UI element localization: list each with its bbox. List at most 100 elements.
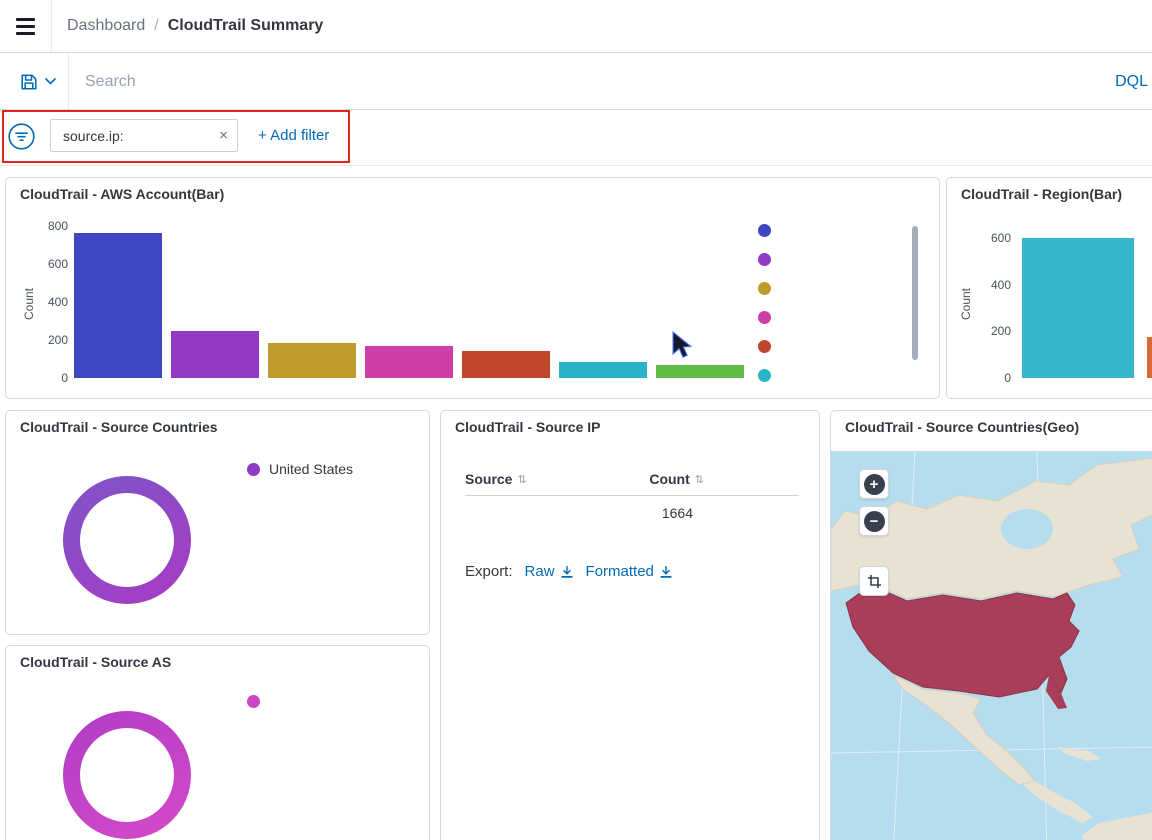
y-axis-tick-label: 600	[47, 257, 68, 271]
panel-title: CloudTrail - Source Countries(Geo)	[845, 419, 1080, 435]
panel-region-bar: CloudTrail - Region(Bar) Count 0 200 400 60…	[946, 177, 1152, 399]
zoom-out-icon: −	[863, 510, 885, 532]
y-axis: 0 200 400 600	[947, 226, 1011, 385]
filter-pill-source-ip[interactable]: source.ip: ×	[50, 119, 238, 152]
saved-query-menu-button[interactable]	[0, 54, 69, 109]
save-icon	[21, 73, 37, 90]
bars	[1022, 218, 1152, 378]
box-select-button[interactable]	[859, 566, 889, 596]
legend-dot[interactable]	[758, 311, 771, 324]
donut-hole	[80, 493, 174, 587]
zoom-in-icon: +	[863, 473, 885, 495]
legend-item-united-states[interactable]: United States	[247, 461, 353, 477]
column-header-label: Source	[465, 471, 513, 487]
legend-dot	[247, 462, 260, 476]
search-input[interactable]	[69, 54, 1116, 109]
panel-aws-account-bar: CloudTrail - AWS Account(Bar) Count 0 200…	[5, 177, 940, 399]
breadcrumb-dashboard[interactable]: Dashboard	[67, 17, 145, 35]
bar[interactable]	[656, 364, 744, 378]
query-language-button[interactable]: DQL	[1115, 73, 1152, 91]
bars	[74, 218, 744, 378]
column-header-count[interactable]: Count ⇅	[649, 471, 704, 487]
map-controls: + −	[859, 469, 889, 596]
top-header: Dashboard / CloudTrail Summary	[0, 0, 1152, 53]
zoom-in-button[interactable]: +	[859, 469, 889, 499]
export-raw-label: Raw	[524, 563, 555, 580]
breadcrumb: Dashboard / CloudTrail Summary	[67, 17, 323, 35]
legend-dot[interactable]	[758, 340, 771, 353]
filter-options-button[interactable]	[8, 123, 35, 155]
y-axis-tick-label: 0	[1004, 371, 1011, 385]
download-icon	[561, 565, 573, 578]
column-header-source[interactable]: Source ⇅	[465, 471, 527, 487]
hamburger-icon	[16, 17, 35, 35]
export-formatted-link[interactable]: Formatted	[586, 563, 673, 580]
panel-title: CloudTrail - Source AS	[20, 654, 172, 670]
opensearch-dashboard-app: Dashboard / CloudTrail Summary DQL	[0, 0, 1152, 840]
legend-dot[interactable]	[758, 282, 771, 295]
south-america-shape	[1082, 812, 1152, 840]
legend-scrollbar[interactable]	[912, 226, 918, 360]
donut-chart[interactable]	[63, 476, 191, 604]
add-filter-button[interactable]: + Add filter	[258, 127, 329, 144]
export-raw-link[interactable]: Raw	[525, 563, 574, 580]
united-states-shape	[845, 584, 1080, 698]
breadcrumb-current-page: CloudTrail Summary	[167, 17, 324, 34]
panel-source-countries-geo: CloudTrail - Source Countries(Geo) + −	[830, 410, 1152, 840]
table-header-divider	[465, 495, 799, 496]
y-axis: 0 200 400 600 800	[6, 219, 68, 385]
chevron-down-icon	[45, 78, 56, 85]
zoom-out-button[interactable]: −	[859, 506, 889, 536]
export-formatted-label: Formatted	[585, 563, 654, 580]
central-america-shape	[1023, 781, 1093, 823]
bar[interactable]	[268, 342, 356, 378]
filter-pill-label: source.ip:	[63, 127, 124, 144]
sort-icon: ⇅	[517, 473, 527, 486]
filter-circle-icon	[8, 123, 35, 150]
column-header-label: Count	[649, 471, 690, 487]
aws-account-bar-chart: Count 0 200 400 600 800	[6, 178, 939, 398]
bar[interactable]	[365, 345, 453, 378]
y-axis-tick-label: 200	[47, 333, 68, 347]
bar[interactable]	[171, 330, 259, 378]
cuba-shape	[1059, 747, 1101, 761]
export-label: Export:	[465, 563, 513, 580]
query-bar: DQL	[0, 54, 1152, 110]
legend-dot[interactable]	[758, 253, 771, 266]
legend-dots	[758, 224, 771, 382]
y-axis-tick-label: 200	[990, 324, 1011, 339]
filter-bar: source.ip: × + Add filter	[0, 110, 1152, 166]
y-axis-tick-label: 400	[990, 277, 1011, 292]
panel-title: CloudTrail - Source Countries	[20, 419, 218, 435]
panel-title: CloudTrail - Source IP	[455, 419, 601, 435]
panel-source-countries: CloudTrail - Source Countries United Sta…	[5, 410, 430, 635]
breadcrumb-separator: /	[154, 17, 159, 34]
y-axis-tick-label: 0	[61, 371, 68, 385]
bar[interactable]	[462, 351, 550, 378]
legend-item[interactable]	[247, 695, 260, 708]
bar[interactable]	[74, 232, 162, 378]
y-axis-tick-label: 600	[990, 230, 1011, 245]
region-bar-chart: Count 0 200 400 600	[947, 178, 1152, 398]
sort-icon: ⇅	[694, 473, 704, 486]
menu-button[interactable]	[0, 0, 52, 52]
crop-icon	[867, 574, 881, 588]
y-axis-tick-label: 400	[47, 295, 68, 309]
legend-dot	[247, 695, 260, 708]
table-cell-count: 1664	[661, 505, 693, 521]
bar[interactable]	[559, 361, 647, 378]
legend-label: United States	[269, 461, 354, 477]
export-row: Export: Raw Formatted	[465, 563, 673, 580]
donut-hole	[80, 728, 174, 822]
remove-filter-icon[interactable]: ×	[219, 128, 228, 143]
legend-dot[interactable]	[758, 224, 771, 237]
legend-dot[interactable]	[758, 369, 771, 382]
donut-chart[interactable]	[63, 711, 191, 839]
bar[interactable]	[1147, 337, 1152, 378]
hudson-bay	[1001, 509, 1053, 549]
panel-source-as: CloudTrail - Source AS	[5, 645, 430, 840]
y-axis-tick-label: 800	[47, 219, 68, 233]
panel-source-ip: CloudTrail - Source IP Source ⇅ Count ⇅ …	[440, 410, 820, 840]
download-icon	[660, 565, 672, 578]
bar[interactable]	[1022, 237, 1134, 378]
